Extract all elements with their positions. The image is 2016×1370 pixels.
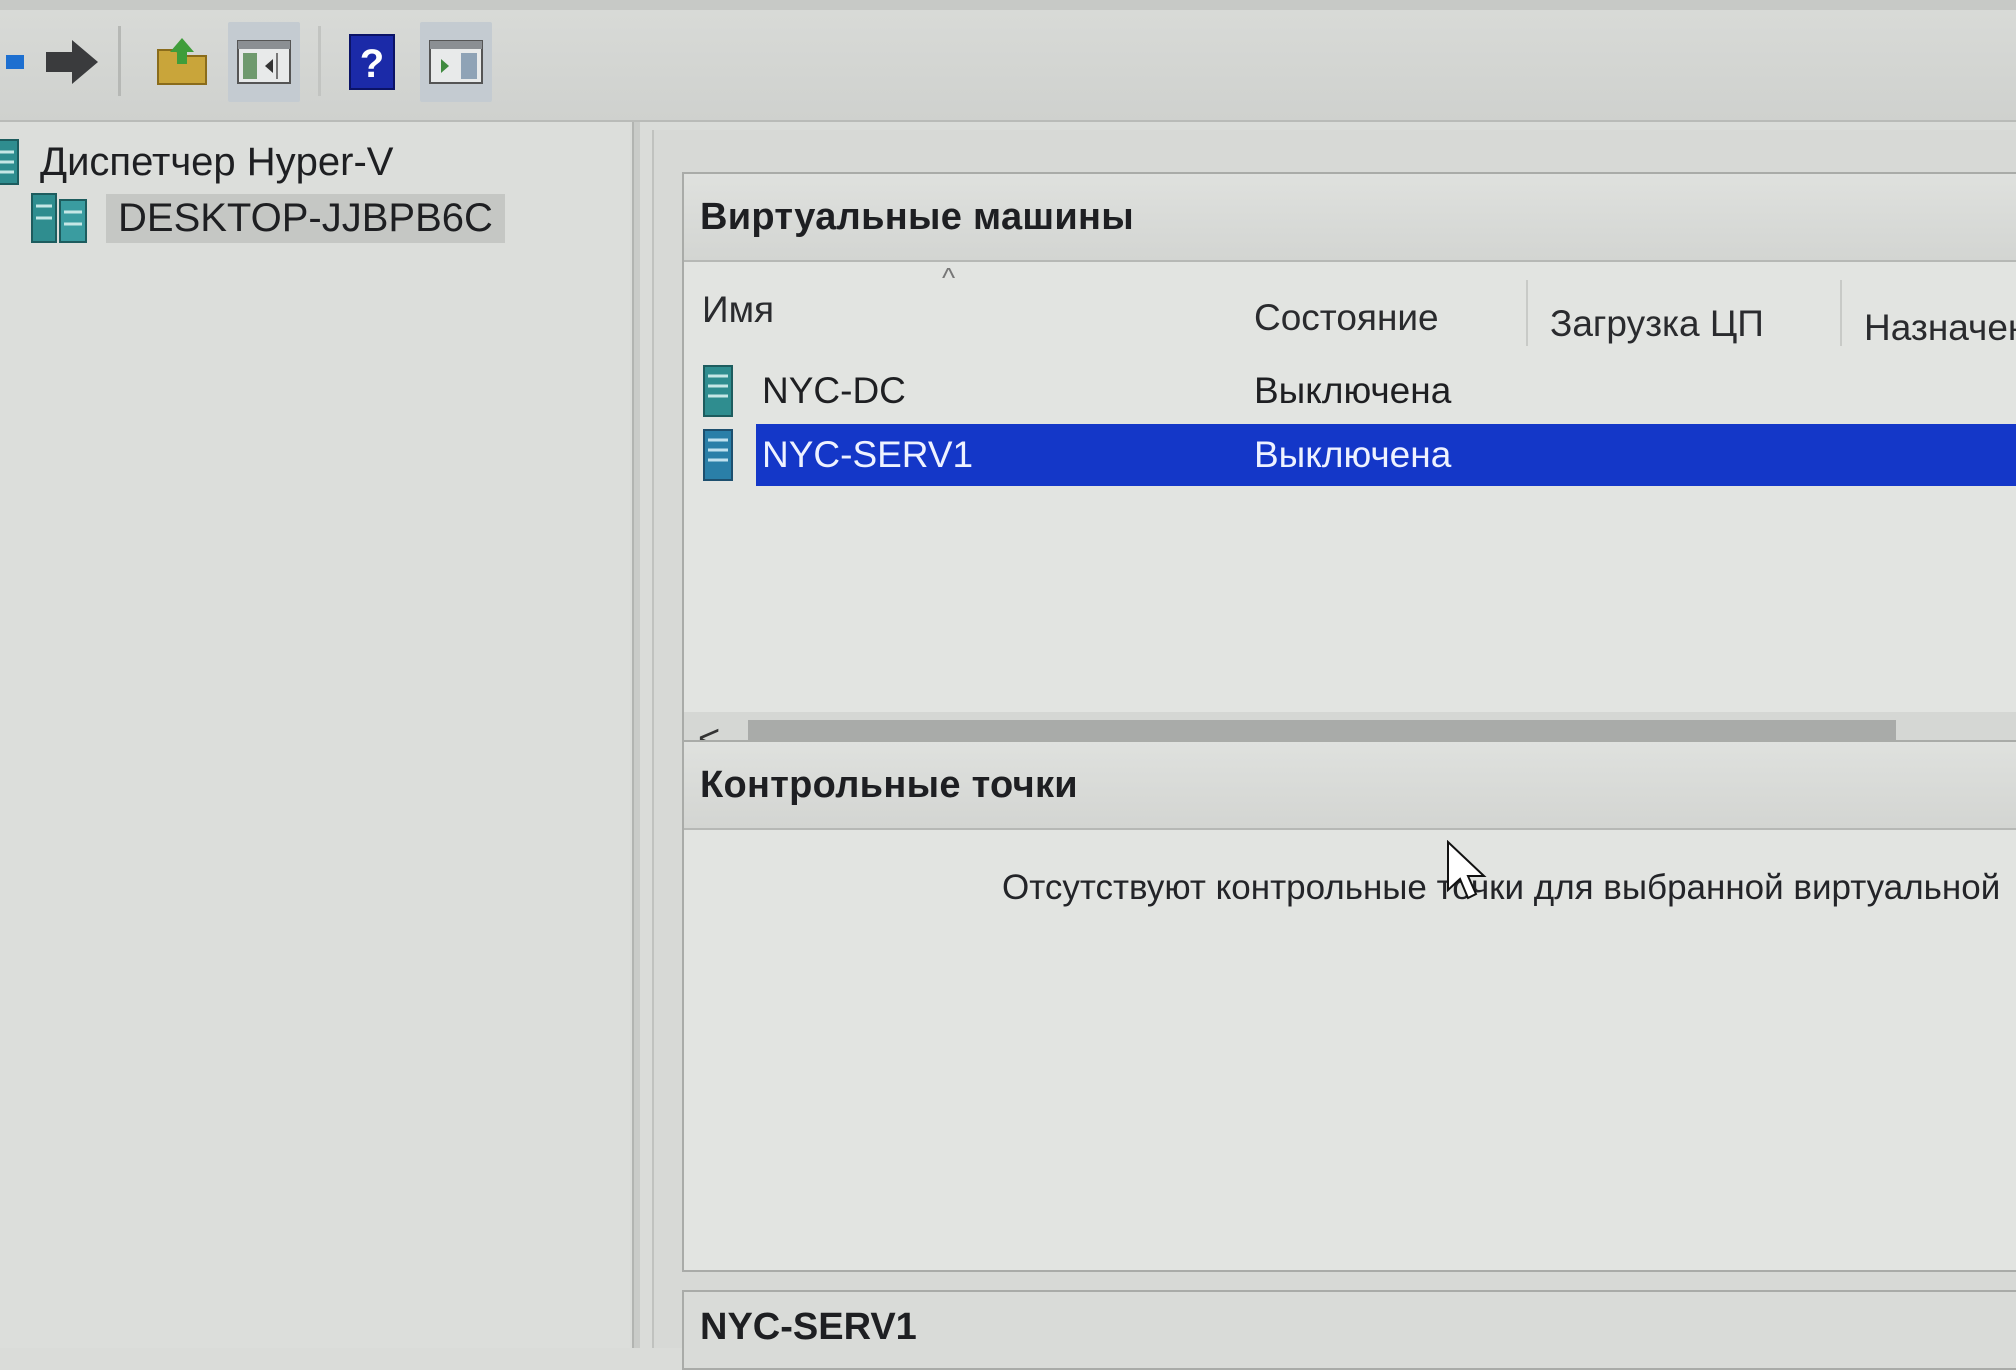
vm-row-nyc-dc[interactable]: NYC-DC Выключена: [684, 360, 2016, 422]
tree-item-server[interactable]: DESKTOP-JJBPB6C: [30, 190, 505, 246]
checkpoints-panel: Контрольные точки Отсутствуют контрольны…: [682, 740, 2016, 1272]
show-hide-action-pane-icon: [429, 40, 483, 84]
virtual-machine-icon: [703, 365, 733, 417]
vm-name: NYC-DC: [762, 370, 906, 411]
checkpoints-title: Контрольные точки: [684, 742, 2016, 830]
vm-name: NYC-SERV1: [762, 434, 974, 475]
checkpoints-empty-message: Отсутствуют контрольные точки для выбран…: [1002, 868, 2001, 907]
column-header-state[interactable]: Состояние: [1254, 278, 1439, 358]
column-header-assigned-memory[interactable]: Назначенн: [1864, 288, 2016, 368]
hyperv-manager-icon: [0, 139, 19, 185]
up-folder-icon: [157, 38, 207, 85]
virtual-machines-panel: Виртуальные машины ^ Имя Состояние Загру…: [682, 172, 2016, 774]
results-pane: Виртуальные машины ^ Имя Состояние Загру…: [652, 130, 2016, 1370]
vm-state: Выключена: [1254, 434, 1452, 475]
column-separator[interactable]: [1840, 280, 1842, 346]
show-hide-console-tree-icon: [237, 40, 291, 84]
toolbar: ?: [0, 0, 2016, 122]
tree-item-label: DESKTOP-JJBPB6C: [106, 193, 505, 243]
server-icon: [31, 193, 87, 243]
virtual-machines-title: Виртуальные машины: [684, 174, 2016, 262]
forward-button[interactable]: [36, 22, 108, 102]
help-icon: ?: [349, 34, 395, 90]
virtual-machine-icon: [703, 429, 733, 481]
help-button[interactable]: ?: [336, 22, 408, 102]
forward-arrow-icon: [46, 40, 98, 84]
pane-splitter[interactable]: [632, 122, 640, 1348]
up-level-button[interactable]: [146, 22, 218, 102]
back-button[interactable]: [0, 22, 32, 102]
toolbar-separator: [318, 26, 321, 96]
column-separator[interactable]: [1526, 280, 1528, 346]
column-header-cpu[interactable]: Загрузка ЦП: [1550, 284, 1764, 364]
mouse-cursor-icon: [1447, 840, 1487, 900]
vm-state: Выключена: [1254, 370, 1452, 411]
tree-item-label: Диспетчер Hyper-V: [40, 139, 394, 184]
vm-details-title: NYC-SERV1: [682, 1290, 2016, 1370]
sort-ascending-icon: ^: [942, 262, 956, 293]
menu-bar: [0, 0, 2016, 10]
back-arrow-icon: [6, 55, 24, 69]
column-header-name[interactable]: Имя: [702, 270, 774, 350]
console-tree: Диспетчер Hyper-V DESKTOP-JJBPB6C: [0, 122, 630, 1348]
show-hide-console-tree-button[interactable]: [228, 22, 300, 102]
vm-row-nyc-serv1[interactable]: NYC-SERV1 Выключена: [684, 424, 2016, 486]
show-hide-action-pane-button[interactable]: [420, 22, 492, 102]
toolbar-separator: [118, 26, 121, 96]
svg-text:?: ?: [360, 42, 384, 86]
tree-item-hyperv-manager[interactable]: Диспетчер Hyper-V: [0, 136, 393, 188]
